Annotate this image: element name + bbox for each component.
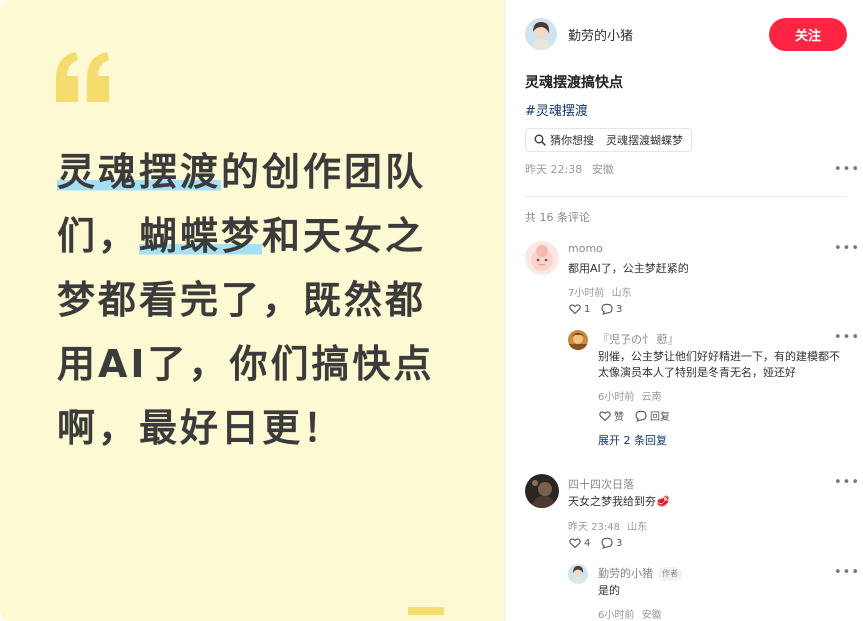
search-icon bbox=[534, 134, 546, 146]
replier-avatar[interactable] bbox=[568, 330, 588, 350]
divider bbox=[525, 196, 847, 197]
note-meta: 昨天 22:38 安徽 bbox=[525, 161, 614, 177]
comment-text: 天女之梦我给到夯🥩 bbox=[568, 495, 670, 508]
more-dots-icon[interactable]: ••• bbox=[834, 163, 860, 176]
search-suggestion-chip[interactable]: 猜你想搜 灵魂摆渡蝴蝶梦 bbox=[525, 128, 692, 152]
like-button[interactable]: 1 bbox=[569, 303, 590, 315]
comment-time: 7小时前 bbox=[568, 288, 605, 299]
expand-replies-link[interactable]: 展开 2 条回复 bbox=[598, 432, 667, 448]
search-prefix: 猜你想搜 bbox=[550, 134, 594, 147]
reply-button[interactable]: 回复 bbox=[635, 408, 670, 423]
decor-bar bbox=[408, 607, 444, 615]
reply-count: 3 bbox=[616, 537, 623, 549]
reply-meta: 6小时前 云南 bbox=[598, 388, 662, 403]
more-dots-icon[interactable]: ••• bbox=[834, 331, 860, 344]
reply-button[interactable]: 3 bbox=[601, 303, 622, 315]
like-button[interactable]: 赞 bbox=[599, 408, 624, 423]
author-badge: 作者 bbox=[658, 567, 682, 581]
reply-text: 别催，公主梦让他们好好精进一下，有的建模都不太像演员本人了特别是冬青无名，娅还好 bbox=[598, 350, 840, 379]
reply-meta: 6小时前 安徽 bbox=[598, 606, 662, 621]
replier-name: 勤劳的小猪 作者 bbox=[598, 565, 682, 581]
commenter-avatar[interactable] bbox=[525, 241, 559, 275]
heart-icon bbox=[599, 410, 611, 421]
replier-name-text[interactable]: 勤劳的小猪 bbox=[598, 567, 653, 580]
reply-location: 云南 bbox=[641, 392, 662, 403]
comment-bubble-icon bbox=[635, 410, 647, 422]
author-info[interactable]: 勤劳的小猪 bbox=[525, 18, 633, 50]
replier-name[interactable]: 『児孒の忄 藯』 bbox=[598, 331, 679, 347]
reply-count: 3 bbox=[616, 303, 623, 315]
note-title: 灵魂摆渡搞快点 bbox=[525, 75, 623, 91]
reply-button[interactable]: 3 bbox=[601, 537, 622, 549]
reply-label: 回复 bbox=[650, 412, 670, 423]
note-detail-window: 灵魂摆渡的创作团队们，蝴蝶梦和天女之梦都看完了，既然都用AI了，你们搞快点啊，最… bbox=[0, 0, 863, 621]
note-location: 安徽 bbox=[591, 163, 614, 176]
replier-avatar[interactable] bbox=[568, 564, 588, 584]
like-button[interactable]: 4 bbox=[569, 537, 590, 549]
reply-text: 是的 bbox=[598, 584, 620, 597]
comment-meta: 7小时前 山东 bbox=[568, 284, 632, 299]
more-dots-icon[interactable]: ••• bbox=[834, 476, 860, 489]
like-label: 赞 bbox=[614, 412, 624, 423]
poster-highlight-title: 灵魂摆渡 bbox=[57, 150, 222, 194]
author-name[interactable]: 勤劳的小猪 bbox=[568, 25, 633, 44]
comment-location: 山东 bbox=[627, 522, 648, 533]
commenter-name[interactable]: momo bbox=[568, 242, 603, 255]
comment-bubble-icon bbox=[601, 303, 613, 315]
note-date: 昨天 22:38 bbox=[525, 163, 583, 176]
reply-time: 6小时前 bbox=[598, 392, 635, 403]
comment-text: 都用AI了，公主梦赶紧的 bbox=[568, 262, 689, 275]
like-count: 4 bbox=[584, 537, 591, 549]
reply-time: 6小时前 bbox=[598, 610, 635, 621]
comment-time: 昨天 23:48 bbox=[568, 522, 620, 533]
comment-meta: 昨天 23:48 山东 bbox=[568, 518, 647, 533]
heart-icon bbox=[569, 304, 581, 315]
poster-text: 灵魂摆渡的创作团队们，蝴蝶梦和天女之梦都看完了，既然都用AI了，你们搞快点啊，最… bbox=[57, 140, 457, 460]
comment-count: 共 16 条评论 bbox=[525, 211, 590, 224]
more-dots-icon[interactable]: ••• bbox=[834, 242, 860, 255]
comment-location: 山东 bbox=[611, 288, 632, 299]
author-avatar[interactable] bbox=[525, 18, 557, 50]
hashtag-link[interactable]: #灵魂摆渡 bbox=[525, 100, 588, 119]
more-dots-icon[interactable]: ••• bbox=[834, 566, 860, 579]
reply-location: 安徽 bbox=[641, 610, 662, 621]
search-suggestion[interactable]: 灵魂摆渡蝴蝶梦 bbox=[606, 132, 683, 148]
heart-icon bbox=[569, 538, 581, 549]
follow-button[interactable]: 关注 bbox=[769, 18, 847, 51]
commenter-avatar[interactable] bbox=[525, 474, 559, 508]
commenter-name[interactable]: 四十四次日落 bbox=[568, 476, 634, 492]
comment-bubble-icon bbox=[601, 537, 613, 549]
like-count: 1 bbox=[584, 303, 591, 315]
note-image[interactable]: 灵魂摆渡的创作团队们，蝴蝶梦和天女之梦都看完了，既然都用AI了，你们搞快点啊，最… bbox=[0, 0, 504, 621]
poster-highlight-butterfly: 蝴蝶梦 bbox=[139, 214, 263, 258]
note-sidebar: 勤劳的小猪 关注 灵魂摆渡搞快点 #灵魂摆渡 猜你想搜 灵魂摆渡蝴蝶梦 昨天 2… bbox=[504, 0, 863, 621]
quote-mark-icon bbox=[54, 50, 114, 106]
